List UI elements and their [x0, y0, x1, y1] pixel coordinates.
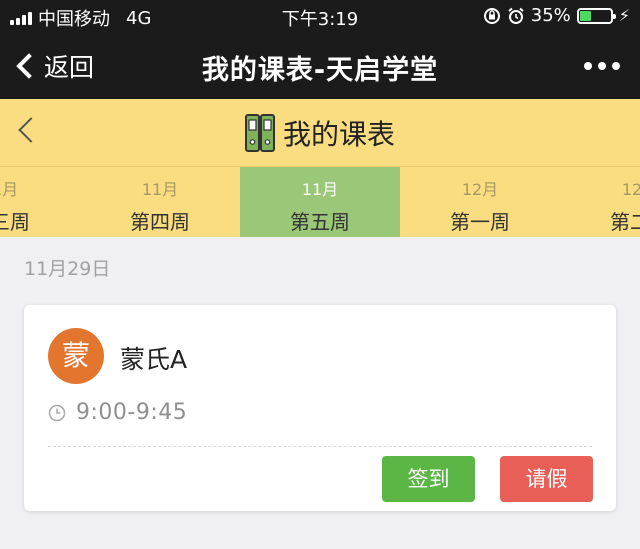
page-title: 我的课表 [282, 118, 395, 151]
week-tab[interactable]: 11月 第四周 [80, 167, 240, 237]
week-tab-month: 11月 [0, 180, 19, 199]
week-tab-active[interactable]: 11月 第五周 [240, 167, 400, 237]
battery-icon [576, 7, 616, 24]
week-tab-label: 第五周 [290, 210, 350, 234]
clock-icon [48, 404, 66, 421]
status-right: 35% ⚡ [483, 5, 630, 26]
battery-fill [579, 10, 591, 21]
battery-percent: 35% [530, 5, 571, 26]
week-tab[interactable]: 12月 第二周 [560, 167, 640, 237]
divider [48, 446, 592, 447]
week-tab-month: 11月 [301, 180, 339, 199]
week-tab[interactable]: 11月 第三周 [0, 167, 80, 237]
week-tab-month: 11月 [141, 180, 179, 199]
more-dots-icon[interactable] [584, 62, 620, 70]
nav-title: 我的课表-天启学堂 [201, 55, 439, 86]
lesson-card[interactable]: 蒙 蒙氏A 9:00-9:45 签到 请假 [24, 305, 616, 511]
status-bar: 中国移动 4G 下午3:19 35% ⚡ [0, 0, 640, 32]
week-tab-month: 12月 [461, 180, 499, 199]
avatar: 蒙 [48, 328, 104, 384]
nav-bar: 返回 我的课表-天启学堂 [0, 32, 640, 99]
time-row: 9:00-9:45 [48, 400, 187, 425]
week-tab-label: 第二周 [610, 210, 640, 234]
week-tab[interactable]: 12月 第一周 [400, 167, 560, 237]
leave-button[interactable]: 请假 [500, 456, 593, 502]
page-header: 我的课表 [0, 99, 640, 167]
alarm-icon [508, 7, 524, 24]
rotation-lock-icon [483, 7, 500, 24]
lesson-time: 9:00-9:45 [76, 400, 188, 425]
week-tab-month: 12月 [621, 180, 640, 199]
signin-button[interactable]: 签到 [382, 456, 475, 502]
week-tab-label: 第四周 [130, 210, 190, 234]
charging-bolt-icon: ⚡ [618, 6, 630, 25]
binder-icon [244, 114, 275, 152]
page-title-wrap: 我的课表 [0, 113, 640, 153]
teacher-name: 蒙氏A [120, 345, 188, 374]
week-tab-label: 第三周 [0, 210, 30, 234]
date-label: 11月29日 [24, 258, 111, 280]
week-tab-label: 第一周 [450, 210, 510, 234]
week-tabs: 11月 第三周 11月 第四周 11月 第五周 12月 第一周 12月 第二周 [0, 167, 640, 237]
